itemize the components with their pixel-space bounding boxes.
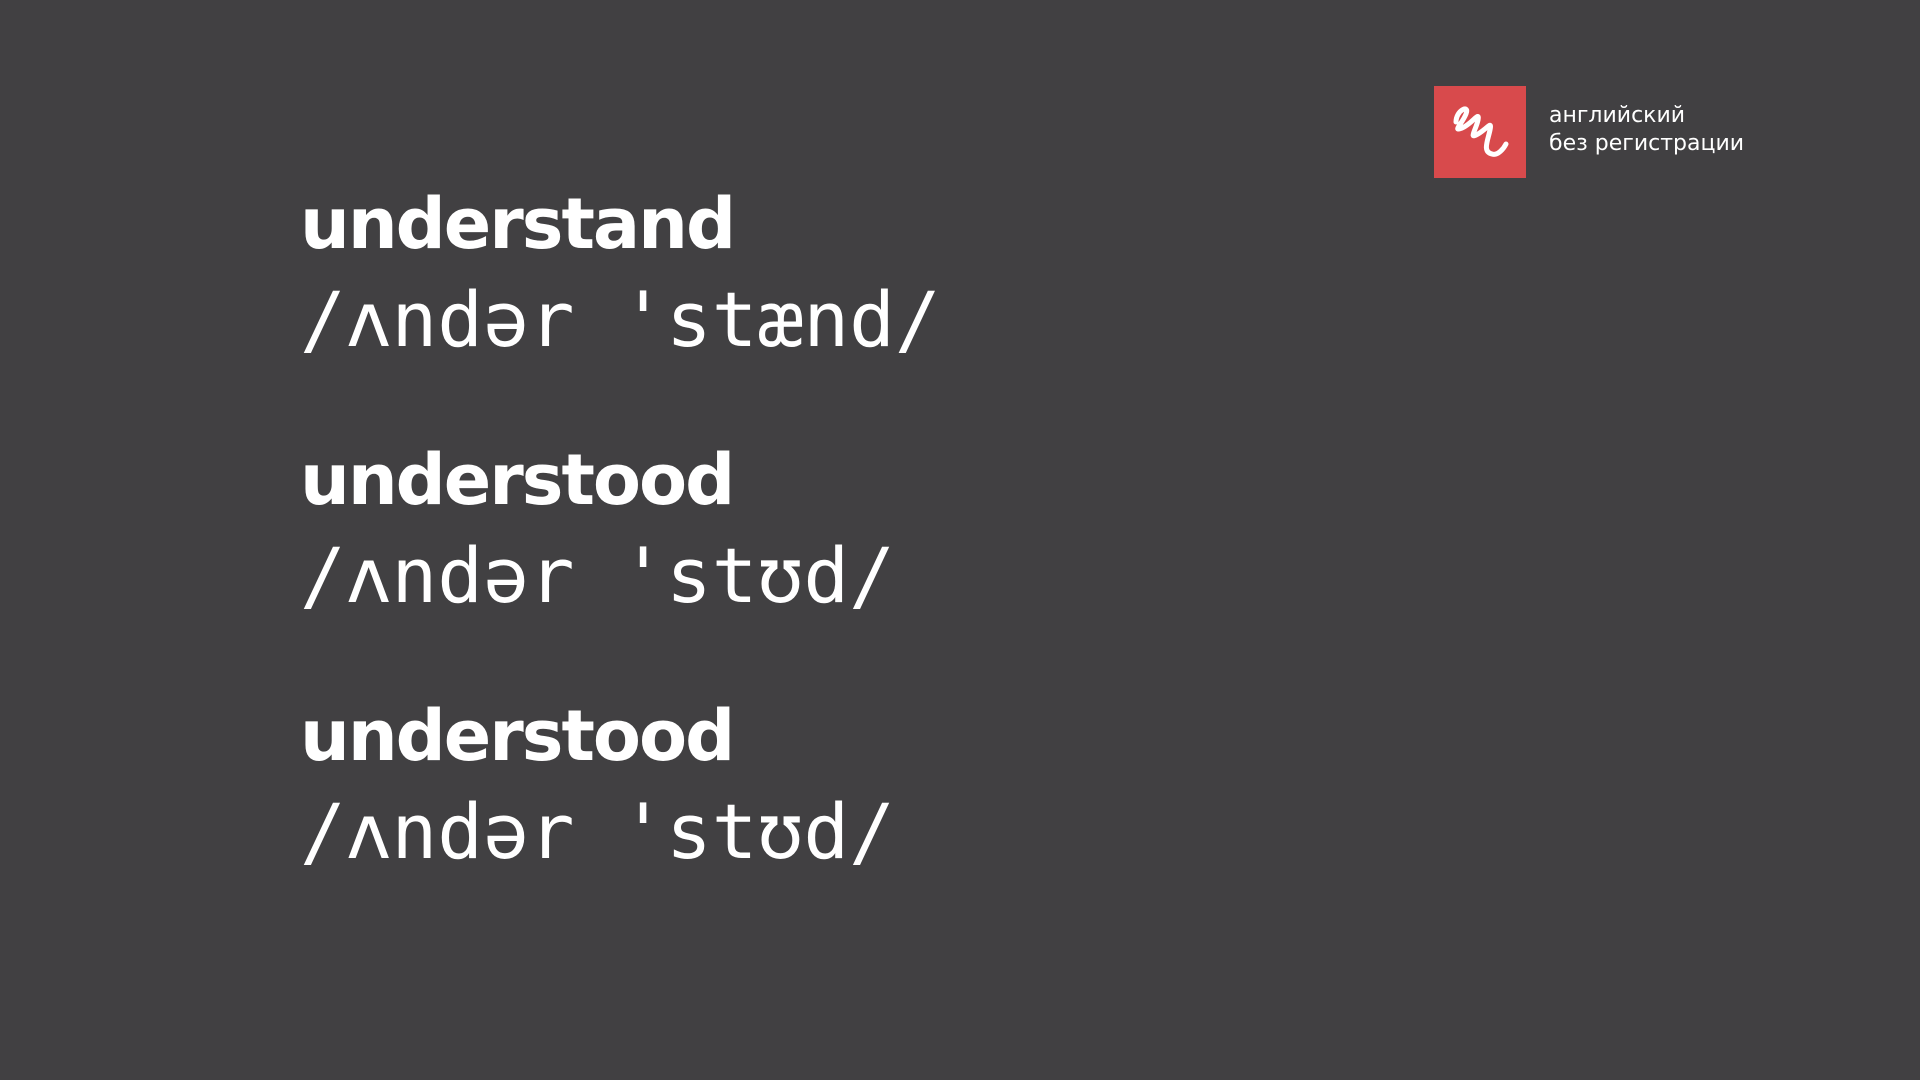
squiggle-icon [1453,106,1509,157]
brand-logo [1434,86,1526,178]
brand-line-1: английский [1549,103,1686,128]
word-entry: understood /ʌndər 'stʊd/ [300,434,1400,690]
word: understood [300,695,735,777]
word: understood [300,439,735,521]
transcription: /ʌndər 'stʊd/ [300,787,895,876]
word-entry: understand /ʌndər 'stænd/ [300,178,1400,434]
word-list: understand /ʌndər 'stænd/ understood /ʌn… [300,178,1400,946]
word-entry: understood /ʌndər 'stʊd/ [300,690,1400,946]
brand-name: английский без регистрации [1549,102,1744,158]
word: understand [300,183,736,265]
transcription: /ʌndər 'stʊd/ [300,531,895,620]
brand-line-2: без регистрации [1549,131,1745,156]
transcription: /ʌndər 'stænd/ [300,275,941,364]
